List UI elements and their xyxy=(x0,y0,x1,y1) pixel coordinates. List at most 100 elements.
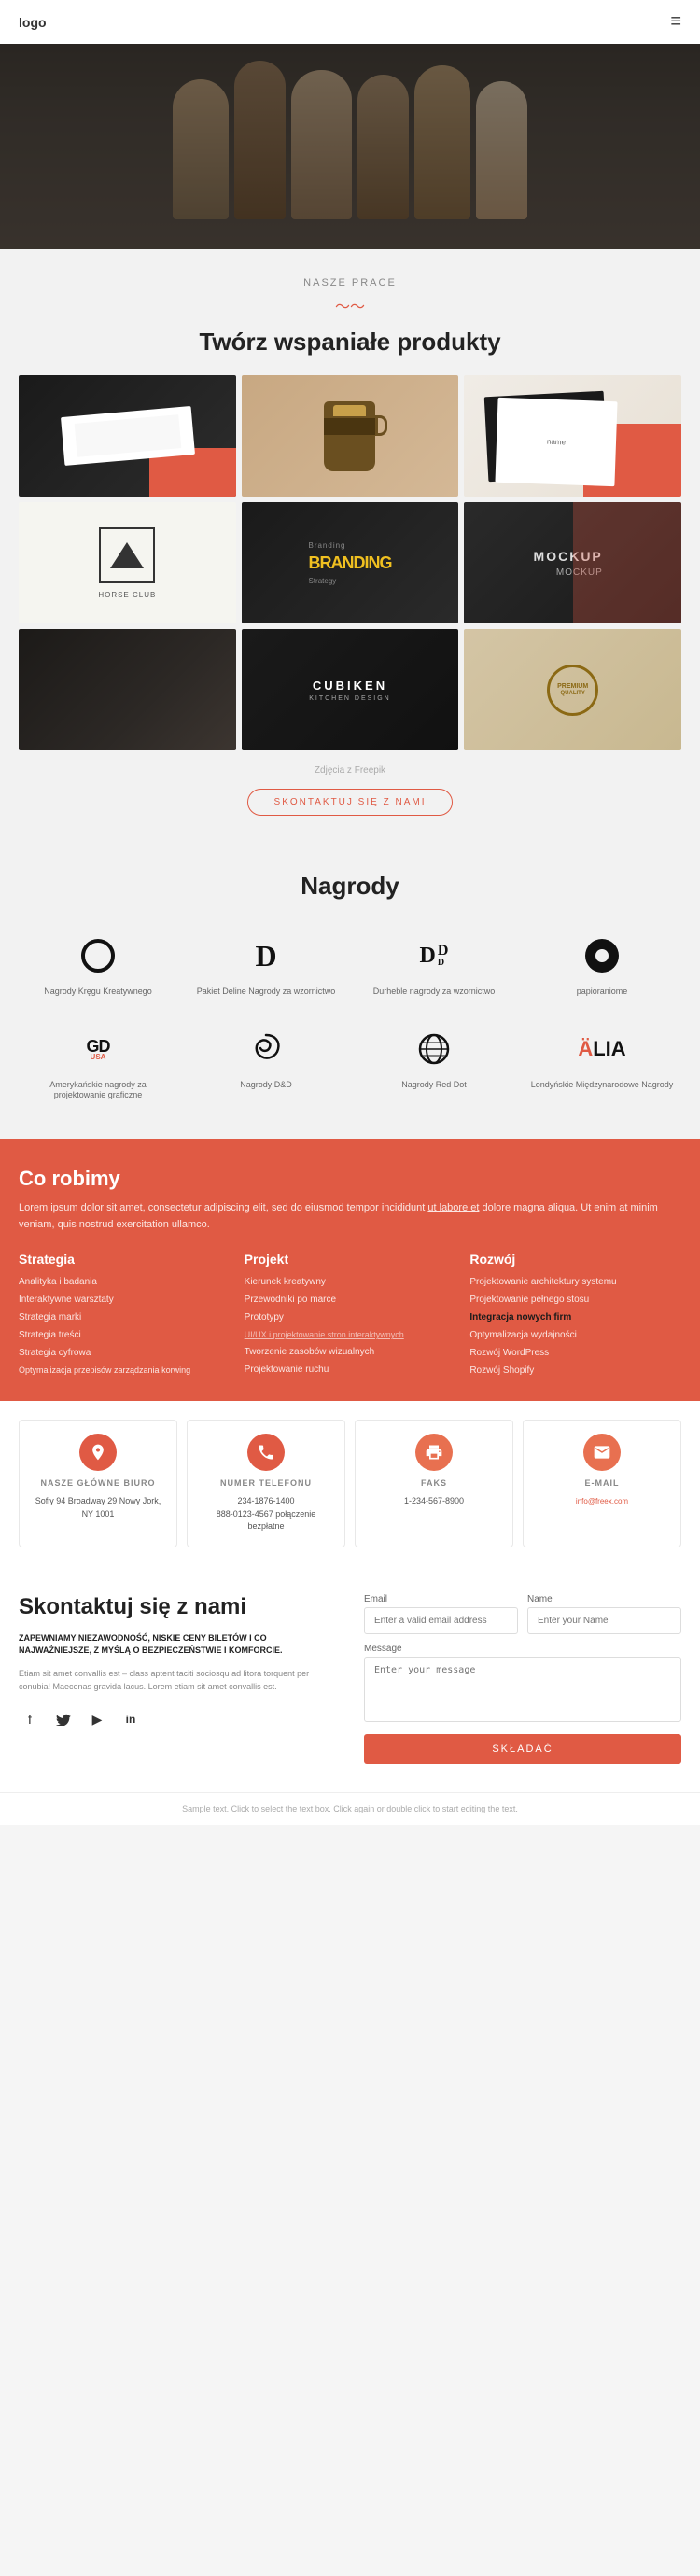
projekt-item-6[interactable]: Projektowanie ruchu xyxy=(245,1364,456,1377)
portfolio-label: NASZE PRACE xyxy=(19,277,681,288)
co-robimy-description: Lorem ipsum dolor sit amet, consectetur … xyxy=(19,1200,681,1233)
form-title: Skontaktuj się z nami xyxy=(19,1594,336,1621)
co-col-rozwoj-title: Rozwój xyxy=(469,1252,681,1267)
globe-icon xyxy=(411,1026,457,1072)
rozwoj-item-6[interactable]: Rozwój Shopify xyxy=(469,1365,681,1378)
strategia-item-2[interactable]: Interaktywne warsztaty xyxy=(19,1294,231,1307)
submit-button[interactable]: SKŁADAĆ xyxy=(364,1734,681,1764)
fax-label: FAKS xyxy=(421,1478,447,1488)
award-label-1: Nagrody Kręgu Kreatywnego xyxy=(44,987,152,998)
email-value: info@freex.com xyxy=(576,1495,628,1508)
message-field-label: Message xyxy=(364,1644,681,1654)
email-input[interactable] xyxy=(364,1607,518,1634)
portfolio-item-9[interactable]: PREMIUM QUALITY xyxy=(464,629,681,750)
d-icon: D xyxy=(243,932,289,979)
location-label: NASZE GŁÓWNE BIURO xyxy=(41,1478,156,1488)
cubiken-sub-label: KITCHEN DESIGN xyxy=(309,695,391,702)
co-col-projekt: Projekt Kierunek kreatywny Przewodniki p… xyxy=(245,1252,456,1382)
social-links: f ▶ in xyxy=(19,1708,336,1730)
portfolio-title: Twórz wspaniałe produkty xyxy=(19,328,681,357)
info-card-location: NASZE GŁÓWNE BIURO Sofiy 94 Broadway 29 … xyxy=(19,1420,177,1547)
form-tagline: ZAPEWNIAMY NIEZAWODNOŚĆ, NISKIE CENY BIL… xyxy=(19,1632,336,1658)
award-item-4: papioraniome xyxy=(523,923,681,1007)
email-label: E-MAIL xyxy=(585,1478,620,1488)
award-label-2: Pakiet Deline Nagrody za wzornictwo xyxy=(197,987,336,998)
hero-overlay xyxy=(0,44,700,249)
twitter-icon[interactable] xyxy=(52,1708,75,1730)
rozwoj-item-3[interactable]: Integracja nowych firm xyxy=(469,1311,681,1324)
portfolio-section: NASZE PRACE 〜〜 Twórz wspaniałe produkty xyxy=(0,249,700,844)
logo: logo xyxy=(19,15,47,30)
rozwoj-item-5[interactable]: Rozwój WordPress xyxy=(469,1347,681,1360)
portfolio-item-3[interactable]: name xyxy=(464,375,681,497)
award-item-1: Nagrody Kręgu Kreatywnego xyxy=(19,923,177,1007)
portfolio-grid: name HORSE CLUB Branding BRANDING Strate… xyxy=(19,375,681,750)
message-input[interactable] xyxy=(364,1657,681,1722)
fax-icon xyxy=(415,1434,453,1471)
wavy-divider: 〜〜 xyxy=(19,294,681,316)
portfolio-item-5[interactable]: Branding BRANDING Strategy xyxy=(242,502,459,623)
strategia-item-4[interactable]: Strategia treści xyxy=(19,1329,231,1342)
rozwoj-item-4[interactable]: Optymalizacja wydajności xyxy=(469,1329,681,1342)
phone-label: NUMER TELEFONU xyxy=(220,1478,312,1488)
portfolio-item-7[interactable] xyxy=(19,629,236,750)
portfolio-item-2[interactable] xyxy=(242,375,459,497)
hamburger-menu-icon[interactable]: ≡ xyxy=(670,11,681,33)
awards-grid: Nagrody Kręgu Kreatywnego D Pakiet Delin… xyxy=(19,923,681,1111)
site-header: logo ≡ xyxy=(0,0,700,44)
co-robimy-section: Co robimy Lorem ipsum dolor sit amet, co… xyxy=(0,1139,700,1401)
portfolio-item-8[interactable]: CUBIKEN KITCHEN DESIGN xyxy=(242,629,459,750)
portfolio-item-1[interactable] xyxy=(19,375,236,497)
form-left: Skontaktuj się z nami ZAPEWNIAMY NIEZAWO… xyxy=(19,1594,336,1764)
contact-us-button[interactable]: SKONTAKTUJ SIĘ Z NAMI xyxy=(247,789,454,816)
award-label-3: Durheble nagrody za wzornictwo xyxy=(373,987,496,998)
award-item-7: Nagrody Red Dot xyxy=(355,1016,513,1111)
location-value: Sofiy 94 Broadway 29 Nowy Jork, NY 1001 xyxy=(29,1495,167,1520)
strategia-item-5[interactable]: Strategia cyfrowa xyxy=(19,1347,231,1360)
strategia-item-6[interactable]: Optymalizacja przepisów zarządzania korw… xyxy=(19,1365,231,1377)
phone-icon xyxy=(247,1434,285,1471)
award-item-2: D Pakiet Deline Nagrody za wzornictwo xyxy=(187,923,345,1007)
projekt-item-4[interactable]: UI/UX i projektowanie stron interaktywny… xyxy=(245,1329,456,1341)
alia-icon: ÄLIA xyxy=(579,1026,625,1072)
fax-value: 1-234-567-8900 xyxy=(404,1495,464,1508)
form-description: Etiam sit amet convallis est – class apt… xyxy=(19,1667,336,1694)
strategia-item-3[interactable]: Strategia marki xyxy=(19,1311,231,1324)
stamp-icon: PREMIUM QUALITY xyxy=(547,665,598,716)
email-link[interactable]: info@freex.com xyxy=(576,1497,628,1505)
award-item-3: D D D Durheble nagrody za wzornictwo xyxy=(355,923,513,1007)
location-icon xyxy=(79,1434,117,1471)
co-robimy-title: Co robimy xyxy=(19,1167,681,1191)
award-label-8: Londyńskie Międzynarodowe Nagrody xyxy=(531,1080,674,1091)
phone-value: 234-1876-1400888-0123-4567 połączenie be… xyxy=(197,1495,335,1533)
portfolio-item-6[interactable]: MOCKUP MOCKUP xyxy=(464,502,681,623)
facebook-icon[interactable]: f xyxy=(19,1708,41,1730)
award-item-8: ÄLIA Londyńskie Międzynarodowe Nagrody xyxy=(523,1016,681,1111)
contact-form-section: Skontaktuj się z nami ZAPEWNIAMY NIEZAWO… xyxy=(0,1566,700,1792)
co-robimy-grid: Strategia Analityka i badania Interaktyw… xyxy=(19,1252,681,1382)
youtube-icon[interactable]: ▶ xyxy=(86,1708,108,1730)
co-desc-link[interactable]: ut labore et xyxy=(427,1202,479,1213)
dd-icon: D D D xyxy=(411,932,457,979)
projekt-item-3[interactable]: Prototypy xyxy=(245,1311,456,1324)
rozwoj-item-1[interactable]: Projektowanie architektury systemu xyxy=(469,1276,681,1289)
projekt-item-5[interactable]: Tworzenie zasobów wizualnych xyxy=(245,1346,456,1359)
contact-info-section: NASZE GŁÓWNE BIURO Sofiy 94 Broadway 29 … xyxy=(0,1401,700,1566)
name-input[interactable] xyxy=(527,1607,681,1634)
portfolio-item-4[interactable]: HORSE CLUB xyxy=(19,502,236,623)
footer-text: Sample text. Click to select the text bo… xyxy=(182,1804,518,1813)
projekt-item-2[interactable]: Przewodniki po marce xyxy=(245,1294,456,1307)
projekt-item-1[interactable]: Kierunek kreatywny xyxy=(245,1276,456,1289)
award-label-5: Amerykańskie nagrody za projektowanie gr… xyxy=(23,1080,173,1101)
awards-section: Nagrody Nagrody Kręgu Kreatywnego D Paki… xyxy=(0,844,700,1139)
strategia-item-1[interactable]: Analityka i badania xyxy=(19,1276,231,1289)
award-label-7: Nagrody Red Dot xyxy=(401,1080,467,1091)
award-item-5: GD USA Amerykańskie nagrody za projektow… xyxy=(19,1016,177,1111)
swirl-icon xyxy=(243,1026,289,1072)
dot-icon xyxy=(579,932,625,979)
award-label-4: papioraniome xyxy=(577,987,628,998)
info-card-email: E-MAIL info@freex.com xyxy=(523,1420,681,1547)
ring-icon xyxy=(75,932,121,979)
linkedin-icon[interactable]: in xyxy=(119,1708,142,1730)
rozwoj-item-2[interactable]: Projektowanie pełnego stosu xyxy=(469,1294,681,1307)
